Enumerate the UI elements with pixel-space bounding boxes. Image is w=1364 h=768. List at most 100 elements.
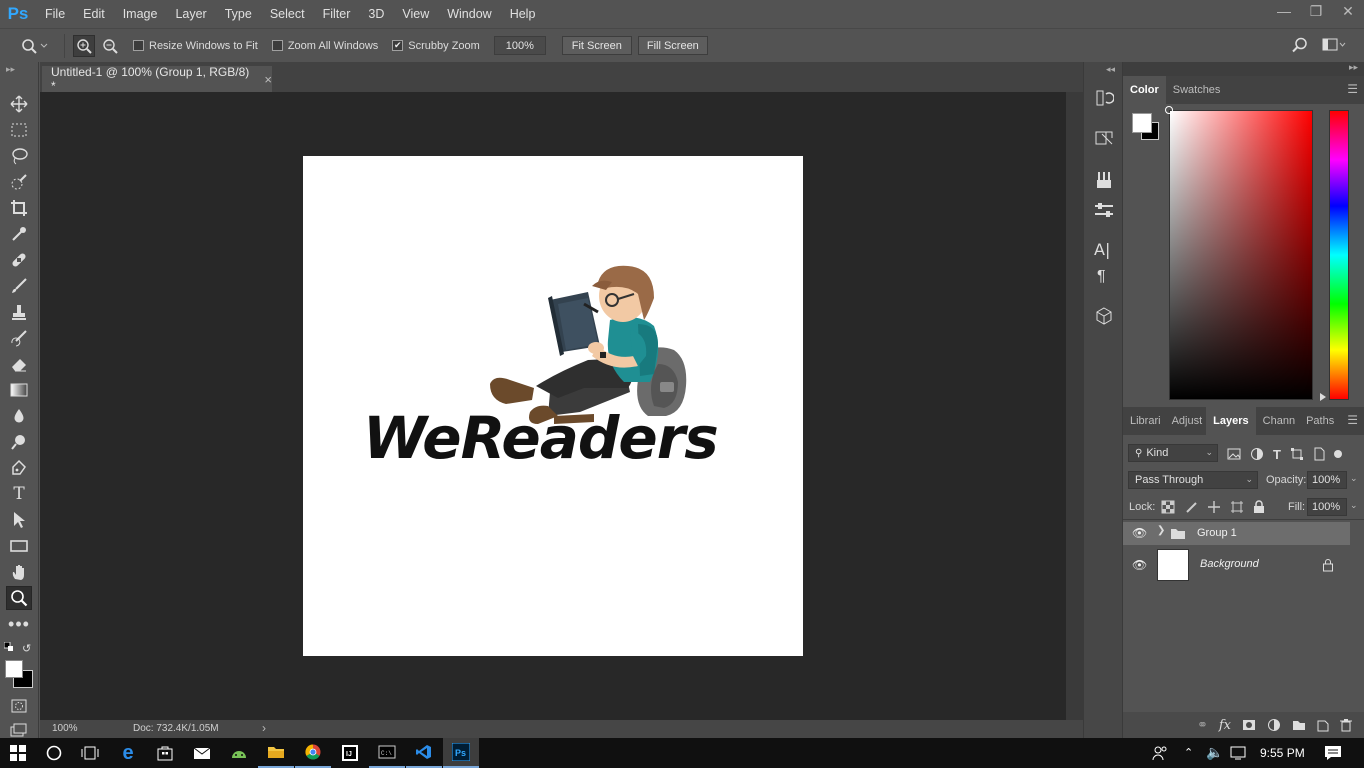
swap-colors-button[interactable]: ↺ bbox=[22, 642, 31, 655]
close-tab-button[interactable]: × bbox=[264, 72, 272, 87]
add-mask-icon[interactable] bbox=[1242, 719, 1256, 731]
tab-channels[interactable]: Chann bbox=[1256, 407, 1302, 435]
visibility-eye-icon[interactable]: 👁 bbox=[1132, 526, 1147, 540]
pixel-filter-icon[interactable] bbox=[1227, 448, 1241, 460]
clock[interactable]: 9:55 PM bbox=[1260, 746, 1305, 760]
action-center-button[interactable] bbox=[1324, 745, 1342, 761]
fit-screen-button[interactable]: Fit Screen bbox=[561, 36, 632, 55]
scrubby-zoom-option[interactable]: ✔ Scrubby Zoom bbox=[392, 40, 480, 52]
paragraph-panel-button[interactable]: ¶ bbox=[1097, 268, 1106, 286]
path-selection-tool[interactable] bbox=[6, 508, 32, 532]
menu-3d[interactable]: 3D bbox=[359, 0, 393, 28]
hue-slider[interactable] bbox=[1329, 110, 1349, 400]
quick-selection-tool[interactable] bbox=[6, 170, 32, 194]
fill-field[interactable]: 100% bbox=[1307, 498, 1347, 516]
foreground-color-swatch[interactable] bbox=[5, 660, 23, 678]
hue-slider-marker[interactable] bbox=[1320, 393, 1326, 401]
type-filter-icon[interactable]: T bbox=[1273, 447, 1281, 462]
search-button[interactable] bbox=[1292, 37, 1308, 53]
adjustment-layer-icon[interactable] bbox=[1267, 718, 1281, 732]
taskbar-command-prompt[interactable]: C:\ bbox=[369, 738, 405, 768]
color-panel-menu-icon[interactable]: ☰ bbox=[1347, 82, 1358, 96]
cortana-button[interactable] bbox=[36, 738, 72, 768]
brush-tool[interactable] bbox=[6, 274, 32, 298]
tab-adjustments[interactable]: Adjust bbox=[1168, 407, 1207, 435]
volume-button[interactable]: 🔈 bbox=[1206, 744, 1223, 761]
default-colors-button[interactable] bbox=[4, 642, 14, 652]
adjustment-filter-icon[interactable] bbox=[1250, 447, 1264, 461]
task-view-button[interactable] bbox=[72, 738, 108, 768]
healing-brush-tool[interactable] bbox=[6, 248, 32, 272]
tab-layers[interactable]: Layers bbox=[1206, 407, 1256, 435]
resize-windows-option[interactable]: Resize Windows to Fit bbox=[133, 40, 258, 52]
minimize-button[interactable]: — bbox=[1268, 0, 1300, 22]
lock-position-icon[interactable] bbox=[1207, 500, 1221, 514]
lock-transparent-icon[interactable] bbox=[1161, 500, 1175, 514]
tab-libraries[interactable]: Librari bbox=[1123, 407, 1168, 435]
taskbar-chrome[interactable] bbox=[295, 738, 331, 768]
taskbar-intellij[interactable]: IJ bbox=[332, 738, 368, 768]
menu-help[interactable]: Help bbox=[501, 0, 545, 28]
lasso-tool[interactable] bbox=[6, 144, 32, 168]
layer-style-fx-icon[interactable]: fx bbox=[1219, 718, 1231, 733]
menu-type[interactable]: Type bbox=[216, 0, 261, 28]
gradient-tool[interactable] bbox=[6, 378, 32, 402]
menu-select[interactable]: Select bbox=[261, 0, 314, 28]
brush-presets-button[interactable] bbox=[1094, 170, 1114, 190]
move-tool[interactable] bbox=[6, 92, 32, 116]
delete-layer-icon[interactable] bbox=[1340, 718, 1352, 732]
lock-all-icon[interactable] bbox=[1253, 500, 1265, 514]
network-button[interactable] bbox=[1230, 745, 1248, 761]
zoom-value-field[interactable]: 100% bbox=[493, 36, 546, 55]
status-menu-arrow-icon[interactable]: › bbox=[262, 721, 266, 735]
restore-button[interactable]: ❐ bbox=[1300, 0, 1332, 22]
color-picker-marker[interactable] bbox=[1165, 106, 1173, 114]
more-tools[interactable]: ••• bbox=[6, 612, 32, 636]
adjust-brush-button[interactable] bbox=[1094, 200, 1114, 220]
resize-windows-checkbox[interactable] bbox=[133, 40, 144, 51]
taskbar-store[interactable] bbox=[147, 738, 183, 768]
start-button[interactable] bbox=[0, 738, 36, 768]
zoom-all-option[interactable]: Zoom All Windows bbox=[271, 40, 378, 52]
taskbar-android-studio[interactable] bbox=[221, 738, 257, 768]
tray-overflow-button[interactable]: ⌃ bbox=[1184, 746, 1193, 759]
layer-row-background[interactable]: 👁 Background bbox=[1123, 546, 1350, 584]
new-group-icon[interactable] bbox=[1292, 719, 1306, 731]
status-zoom[interactable]: 100% bbox=[52, 723, 78, 734]
expand-group-chevron-icon[interactable]: ❯ bbox=[1157, 525, 1165, 536]
eyedropper-tool[interactable] bbox=[6, 222, 32, 246]
taskbar-vscode[interactable] bbox=[406, 738, 442, 768]
clone-stamp-tool[interactable] bbox=[6, 300, 32, 324]
visibility-eye-icon[interactable]: 👁 bbox=[1132, 558, 1147, 572]
fill-screen-button[interactable]: Fill Screen bbox=[637, 36, 708, 55]
marquee-tool[interactable] bbox=[6, 118, 32, 142]
pen-tool[interactable] bbox=[6, 456, 32, 480]
collapse-strip-icon[interactable]: ◂◂ bbox=[1106, 64, 1115, 75]
zoom-tool[interactable] bbox=[6, 586, 32, 610]
blend-mode-select[interactable]: Pass Through ⌄ bbox=[1128, 471, 1258, 489]
history-panel-button[interactable] bbox=[1094, 88, 1114, 108]
scrubby-zoom-checkbox[interactable]: ✔ bbox=[392, 40, 404, 51]
crop-tool[interactable] bbox=[6, 196, 32, 220]
lock-artboard-icon[interactable] bbox=[1230, 500, 1244, 514]
type-tool[interactable]: T bbox=[6, 482, 32, 506]
close-button[interactable]: ✕ bbox=[1332, 0, 1364, 22]
people-button[interactable] bbox=[1152, 745, 1168, 761]
tab-paths[interactable]: Paths bbox=[1302, 407, 1338, 435]
smart-object-filter-icon[interactable] bbox=[1313, 447, 1325, 461]
menu-layer[interactable]: Layer bbox=[166, 0, 215, 28]
shape-filter-icon[interactable] bbox=[1290, 447, 1304, 461]
filter-toggle-icon[interactable] bbox=[1333, 450, 1342, 458]
taskbar-photoshop[interactable]: Ps bbox=[443, 738, 479, 768]
layer-filter-kind[interactable]: ⚲ Kind ⌄ bbox=[1128, 444, 1218, 462]
hand-tool[interactable] bbox=[6, 560, 32, 584]
zoom-all-checkbox[interactable] bbox=[271, 40, 283, 51]
quick-mask-button[interactable] bbox=[6, 694, 32, 718]
dodge-tool[interactable] bbox=[6, 430, 32, 454]
fill-chevron-icon[interactable]: ⌄ bbox=[1350, 500, 1358, 511]
vertical-scrollbar[interactable] bbox=[1066, 92, 1083, 720]
link-layers-icon[interactable]: ⚭ bbox=[1197, 717, 1208, 733]
layers-panel-menu-icon[interactable]: ☰ bbox=[1347, 413, 1358, 427]
zoom-out-button[interactable] bbox=[99, 35, 121, 57]
color-field[interactable] bbox=[1169, 110, 1313, 400]
